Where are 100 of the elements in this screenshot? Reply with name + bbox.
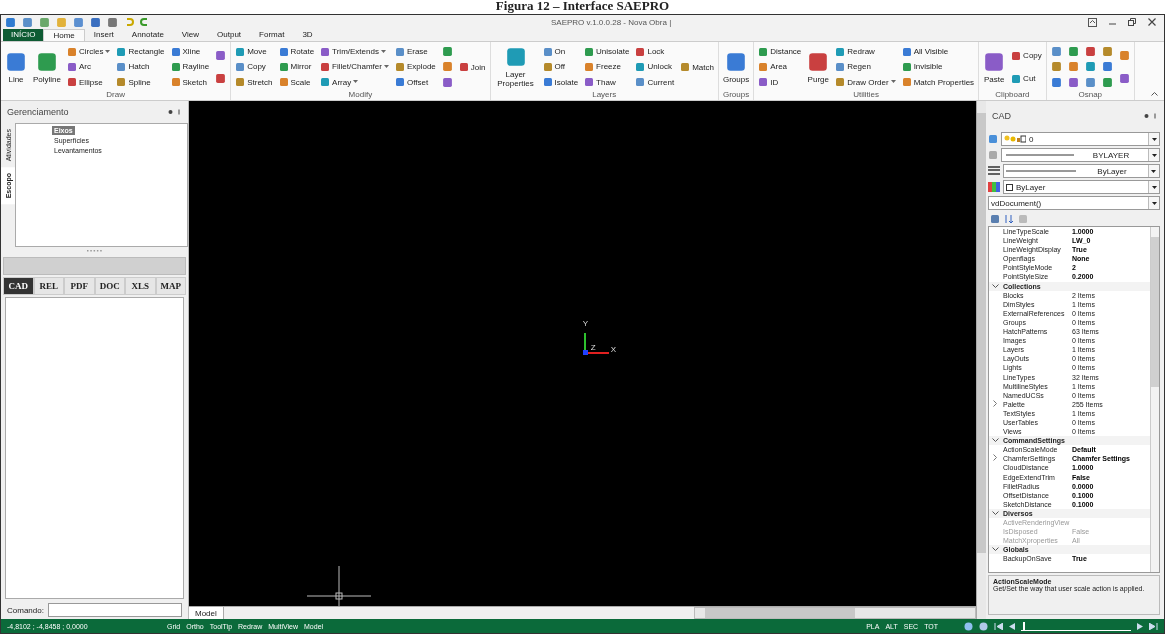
square-icon[interactable] [73, 16, 84, 28]
ribbon-tab[interactable]: 3D [293, 29, 322, 41]
chevron-down-icon[interactable] [992, 438, 999, 444]
ribbon-button[interactable]: Explode [394, 60, 436, 74]
square-icon[interactable] [215, 50, 227, 61]
chevron-down-icon[interactable] [992, 283, 999, 289]
ribbon-button[interactable]: On [542, 45, 579, 59]
close-icon[interactable] [1148, 18, 1156, 26]
ribbon-button[interactable]: Cut [1011, 72, 1042, 85]
ribbon-button[interactable]: Off [542, 60, 579, 74]
layout-tab[interactable]: Model [189, 607, 224, 619]
pin-icon[interactable] [1144, 113, 1158, 119]
dropdown-button[interactable] [1148, 165, 1159, 177]
pin-icon[interactable] [168, 109, 182, 115]
command-field[interactable] [47, 603, 182, 617]
ribbon-button[interactable]: ID [758, 75, 802, 89]
horizontal-scrollbar[interactable] [693, 607, 976, 619]
ribbon-button[interactable]: Freeze [584, 60, 630, 74]
ribbon-button[interactable]: Offset [394, 75, 436, 89]
square-icon[interactable] [441, 46, 453, 58]
square-icon[interactable] [441, 61, 453, 73]
ribbon-button[interactable]: Trim/Extends [320, 45, 389, 59]
ribbon-tab[interactable]: INÍCIO [3, 29, 44, 41]
circle-icon[interactable] [964, 621, 973, 631]
ribbon-button[interactable]: Current [635, 75, 675, 89]
ribbon-button[interactable]: Copy [235, 60, 273, 74]
square-icon[interactable] [1101, 76, 1113, 88]
square-icon[interactable] [39, 16, 50, 28]
object-dropdown[interactable]: vdDocument() [988, 196, 1160, 210]
ribbon-tab[interactable]: Output [208, 29, 251, 41]
grid-scrollbar[interactable] [1150, 227, 1159, 572]
restore-icon[interactable] [1128, 18, 1136, 26]
dropdown-button[interactable] [1148, 133, 1159, 145]
ribbon-button[interactable]: Lock [635, 45, 675, 59]
circle-icon[interactable] [979, 621, 988, 631]
ribbon-button[interactable]: Purge [807, 44, 830, 90]
ribbon-tab[interactable]: Annotate [122, 29, 173, 41]
ribbon-button[interactable]: Regen [835, 60, 896, 74]
ribbon-button[interactable]: Layer Properties [494, 44, 537, 90]
ribbon-tab[interactable]: Format [250, 29, 294, 41]
square-icon[interactable] [22, 16, 33, 28]
document-tab[interactable]: CAD [3, 277, 34, 295]
square-icon[interactable] [90, 16, 101, 28]
ribbon-button[interactable]: Polyline [33, 44, 61, 90]
square-icon[interactable] [1067, 46, 1079, 58]
ribbon-button[interactable]: Thaw [584, 75, 630, 89]
ribbon-button[interactable]: Xline [170, 45, 210, 59]
square-icon[interactable] [990, 213, 1000, 224]
square-icon[interactable] [1084, 46, 1096, 58]
square-icon[interactable] [1067, 61, 1079, 73]
ribbon-button[interactable]: Stretch [235, 75, 273, 89]
layer-dropdown[interactable]: 0 [1001, 132, 1160, 146]
square-icon[interactable] [1084, 61, 1096, 73]
ribbon-button[interactable]: Arc [67, 60, 111, 74]
ribbon-button[interactable]: Unisolate [584, 45, 630, 59]
ribbon-button[interactable]: Distance [758, 45, 802, 59]
chevron-down-icon[interactable] [992, 510, 999, 516]
dropdown-button[interactable] [1148, 197, 1159, 209]
square-icon[interactable] [1118, 73, 1130, 84]
ribbon-tab[interactable]: Insert [84, 29, 123, 41]
linetype-dropdown[interactable]: BYLAYER [1001, 148, 1160, 162]
document-tab[interactable]: PDF [64, 277, 95, 295]
ribbon-button[interactable]: Rayline [170, 60, 210, 74]
ribbon-button[interactable]: Ellipse [67, 75, 111, 89]
ribbon-button[interactable]: Sketch [170, 75, 210, 89]
chevron-right-icon[interactable] [993, 399, 998, 407]
square-icon[interactable] [5, 16, 16, 28]
square-icon[interactable] [441, 76, 453, 88]
play-icon[interactable] [1137, 622, 1143, 630]
ribbon-button[interactable]: Invisible [901, 60, 975, 74]
ribbon-button[interactable]: Line [5, 44, 27, 90]
ribbon-button[interactable]: Paste [983, 44, 1006, 90]
ribbon-button[interactable]: Array [320, 75, 389, 89]
ribbon-button[interactable]: All Visible [901, 45, 975, 59]
square-icon[interactable] [215, 73, 227, 84]
timeline-slider[interactable] [1021, 621, 1131, 631]
ribbon-button[interactable]: Draw Order [835, 75, 896, 89]
dropdown-button[interactable] [1148, 149, 1159, 161]
ribbon-button[interactable]: Rectangle [116, 45, 165, 59]
ribbon-button[interactable]: Match [680, 60, 714, 74]
square-icon[interactable] [107, 16, 118, 28]
square-icon[interactable] [1118, 50, 1130, 61]
chevron-right-icon[interactable] [993, 454, 998, 462]
square-icon[interactable] [1084, 76, 1096, 88]
document-tab[interactable]: REL [33, 277, 64, 295]
ribbon-button[interactable]: Move [235, 45, 273, 59]
document-tab[interactable]: XLS [125, 277, 156, 295]
ribbon-button[interactable]: Redraw [835, 45, 896, 59]
ribbon-button[interactable]: Circles [67, 45, 111, 59]
ribbon-button[interactable]: Area [758, 60, 802, 74]
document-tab[interactable]: MAP [155, 277, 186, 295]
color-dropdown[interactable]: ByLayer [1003, 180, 1160, 194]
ribbon-button[interactable]: Mirror [278, 60, 315, 74]
ribbon-button[interactable]: Copy [1011, 49, 1042, 62]
back-icon[interactable] [1009, 622, 1015, 630]
ribbon-button[interactable]: Spline [116, 75, 165, 89]
square-icon[interactable] [1067, 76, 1079, 88]
square-icon[interactable] [1050, 61, 1062, 73]
ribbon-button[interactable]: Join [458, 60, 486, 74]
square-icon[interactable] [1101, 61, 1113, 73]
